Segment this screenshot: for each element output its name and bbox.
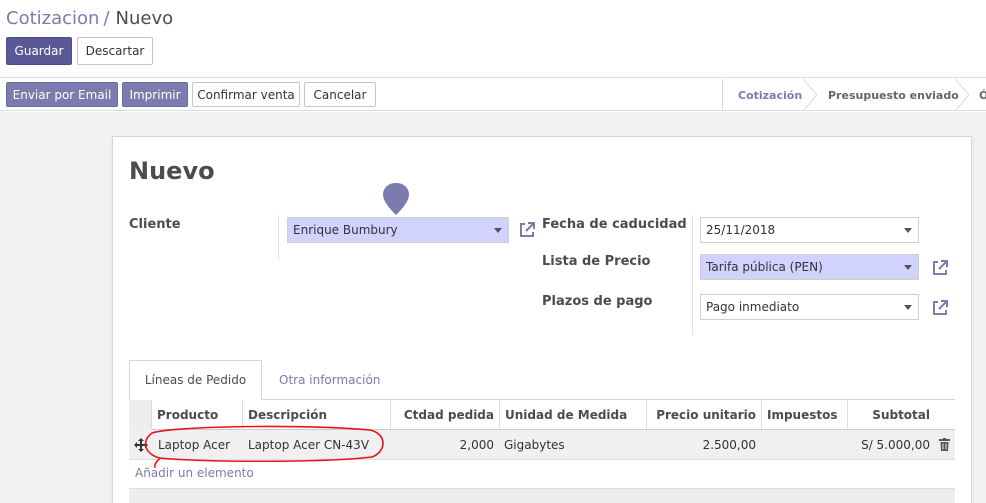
cell-taxes[interactable] [761,430,847,460]
column-grip [129,400,151,430]
map-pin-icon [383,183,409,215]
cell-quantity[interactable]: 2,000 [390,430,499,460]
chevron-down-icon [904,305,912,310]
cell-unit-price[interactable]: 2.500,00 [646,430,761,460]
external-link-icon[interactable] [930,298,950,318]
trash-icon[interactable] [939,438,950,451]
step-arrow-icon [802,79,818,111]
column-subtotal[interactable]: Subtotal [847,400,935,430]
external-link-icon[interactable] [517,220,537,240]
form-sheet: Nuevo Cliente Enrique Bumbury Fecha de c… [112,136,972,503]
payment-terms-value: Pago inmediato [706,300,800,314]
tab-other-info[interactable]: Otra información [279,360,380,400]
column-description[interactable]: Descripción [242,400,390,430]
payment-terms-field[interactable]: Pago inmediato [700,294,919,320]
cancel-button[interactable]: Cancelar [304,82,376,107]
client-value: Enrique Bumbury [293,223,398,237]
breadcrumb-separator: / [103,8,110,29]
confirm-sale-button[interactable]: Confirmar venta [192,82,300,107]
discard-button[interactable]: Descartar [77,37,153,65]
external-link-icon[interactable] [930,258,950,278]
cell-subtotal[interactable]: S/ 5.000,00 [847,430,935,460]
status-steps: Cotización Presupuesto enviado Ó [722,79,986,111]
tab-order-lines[interactable]: Líneas de Pedido [129,360,262,400]
cell-uom[interactable]: Gigabytes [499,430,570,460]
field-separator [278,215,279,259]
pricelist-field[interactable]: Tarifa pública (PEN) [700,254,919,280]
pricelist-label: Lista de Precio [542,254,651,269]
column-taxes[interactable]: Impuestos [761,400,847,430]
status-step-quotation-sent[interactable]: Presupuesto enviado [828,79,959,111]
step-arrow-icon [954,79,970,111]
chevron-down-icon [494,228,502,233]
add-line-link[interactable]: Añadir un elemento [135,466,254,480]
table-row[interactable]: Laptop Acer Laptop Acer CN-43V 2,000 Gig… [129,430,955,460]
breadcrumb: Cotizacion / Nuevo [6,8,173,29]
status-step-quotation[interactable]: Cotización [738,79,802,111]
column-unit-price[interactable]: Precio unitario [646,400,761,430]
expiry-date-value: 25/11/2018 [706,223,776,237]
statusbar-area: Enviar por Email Imprimir Confirmar vent… [0,79,986,111]
page-title: Nuevo [129,157,215,185]
cell-product[interactable]: Laptop Acer [153,430,235,460]
print-button[interactable]: Imprimir [122,82,188,107]
column-uom[interactable]: Unidad de Medida [499,400,646,430]
column-product[interactable]: Producto [151,400,242,430]
breadcrumb-parent-link[interactable]: Cotizacion [6,8,99,29]
column-quantity[interactable]: Ctdad pedida [390,400,499,430]
drag-handle-icon[interactable] [134,438,148,452]
order-lines-header: Producto Descripción Ctdad pedida Unidad… [129,400,955,430]
chevron-down-icon [904,228,912,233]
expiry-date-field[interactable]: 25/11/2018 [700,217,919,243]
cell-description[interactable]: Laptop Acer CN-43V [243,430,374,460]
control-panel: Cotizacion / Nuevo Guardar Descartar [0,0,986,78]
send-email-button[interactable]: Enviar por Email [6,82,118,107]
status-step-sale-order[interactable]: Ó [979,79,986,111]
order-lines-footer [129,488,955,503]
expiry-date-label: Fecha de caducidad [542,217,687,232]
breadcrumb-current: Nuevo [115,8,174,29]
payment-terms-label: Plazos de pago [542,294,653,309]
chevron-down-icon [904,265,912,270]
field-separator [692,215,693,335]
pricelist-value: Tarifa pública (PEN) [706,260,823,274]
save-button[interactable]: Guardar [6,37,72,65]
client-field[interactable]: Enrique Bumbury [287,217,509,243]
client-label: Cliente [129,217,181,232]
